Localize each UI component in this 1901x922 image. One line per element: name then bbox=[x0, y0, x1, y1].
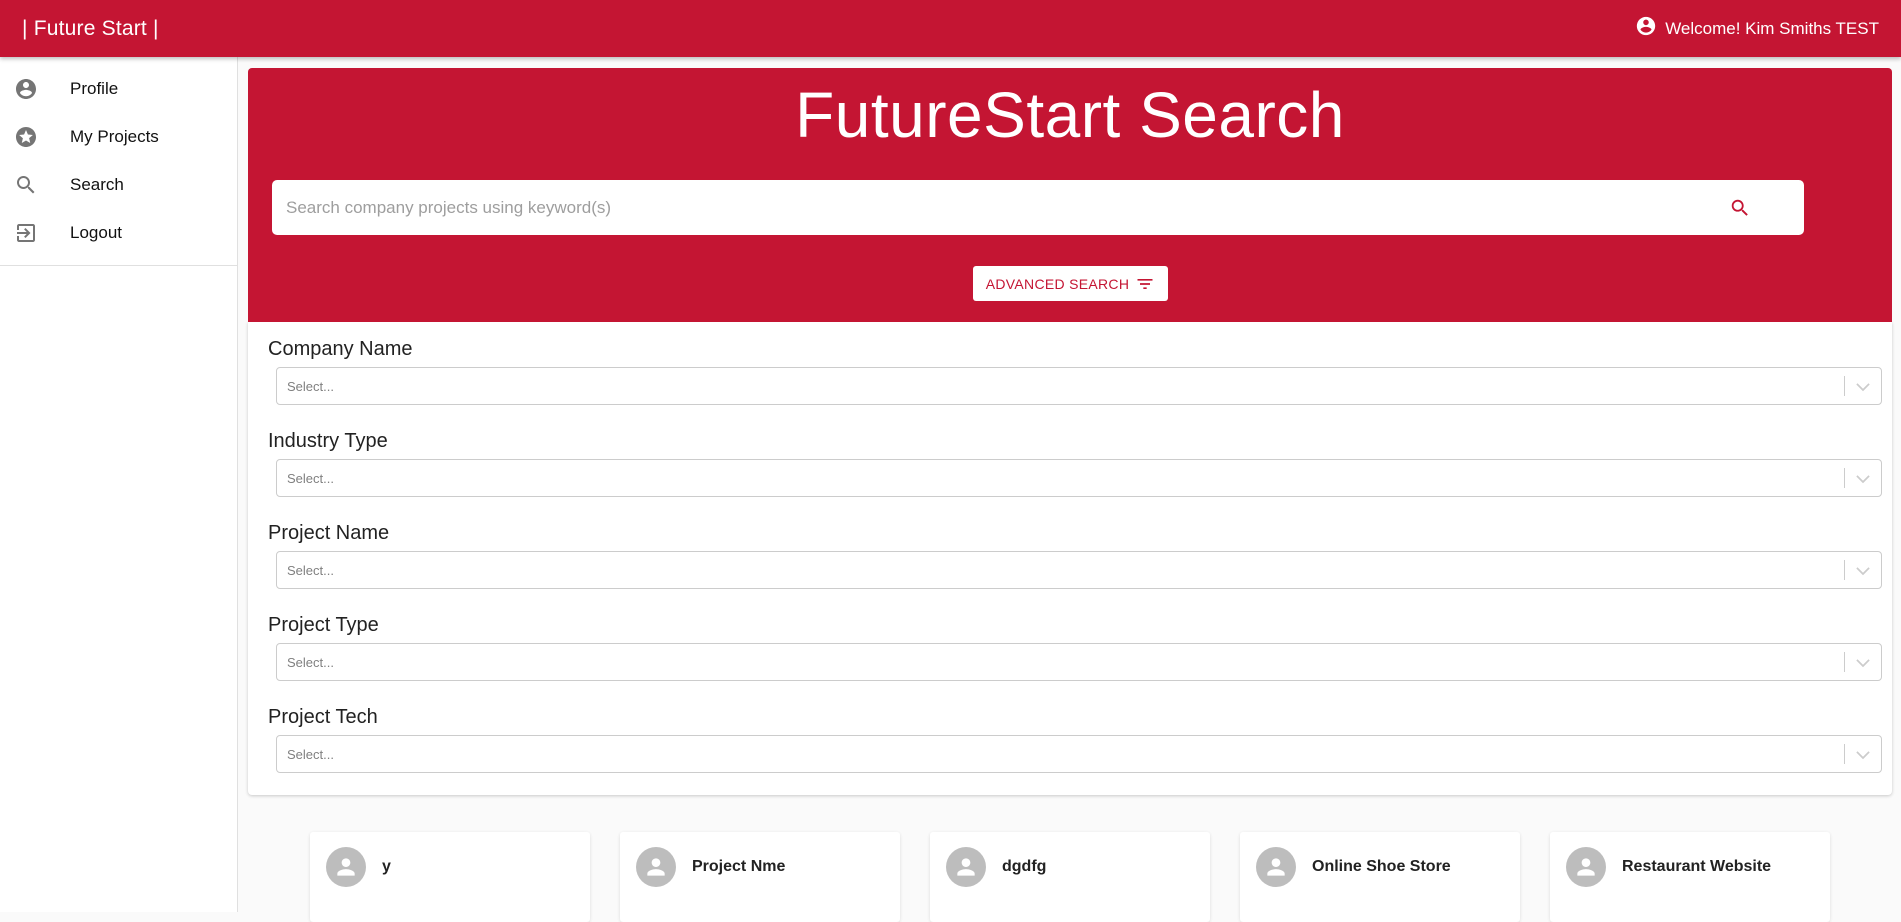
project-card[interactable]: Project Nme bbox=[620, 832, 900, 922]
sidebar-item-profile[interactable]: Profile bbox=[0, 65, 237, 113]
brand-title[interactable]: | Future Start | bbox=[22, 17, 159, 41]
project-type-label: Project Type bbox=[268, 614, 379, 636]
project-tech-select[interactable]: Select... bbox=[276, 735, 1882, 773]
search-input[interactable] bbox=[286, 197, 1720, 218]
select-placeholder: Select... bbox=[287, 746, 334, 762]
project-card[interactable]: y bbox=[310, 832, 590, 922]
sidebar-nav: Profile My Projects Search Logout bbox=[0, 57, 237, 266]
chevron-down-icon[interactable] bbox=[1845, 460, 1881, 496]
sidebar-item-search[interactable]: Search bbox=[0, 161, 237, 209]
chevron-down-icon[interactable] bbox=[1845, 368, 1881, 404]
search-icon bbox=[1731, 199, 1748, 216]
account-circle-icon bbox=[14, 77, 38, 101]
company-name-select[interactable]: Select... bbox=[276, 367, 1882, 405]
sidebar-item-label: Profile bbox=[70, 79, 119, 98]
advanced-search-button[interactable]: ADVANCED SEARCH bbox=[973, 266, 1168, 301]
page-title: FutureStart Search bbox=[795, 79, 1345, 151]
sidebar: Profile My Projects Search Logout bbox=[0, 57, 238, 912]
project-type-select[interactable]: Select... bbox=[276, 643, 1882, 681]
account-circle-icon bbox=[1635, 15, 1657, 42]
sidebar-item-label: My Projects bbox=[70, 127, 159, 146]
exit-to-app-icon bbox=[14, 221, 38, 245]
person-avatar-icon bbox=[1566, 847, 1606, 887]
main-content: FutureStart Search ADVANCED SEARCH Compa… bbox=[248, 68, 1892, 795]
project-name-label: Project Name bbox=[268, 522, 390, 544]
project-card[interactable]: Online Shoe Store bbox=[1240, 832, 1520, 922]
project-card-title: Online Shoe Store bbox=[1312, 858, 1451, 875]
project-card-title: y bbox=[382, 858, 391, 875]
select-placeholder: Select... bbox=[287, 562, 334, 578]
industry-type-label: Industry Type bbox=[268, 430, 388, 452]
project-results: y Project Nme dgdfg Online Shoe Store Re… bbox=[310, 832, 1830, 922]
filter-list-icon bbox=[1137, 278, 1153, 289]
chevron-down-icon[interactable] bbox=[1845, 552, 1881, 588]
select-placeholder: Select... bbox=[287, 470, 334, 486]
search-hero: FutureStart Search ADVANCED SEARCH bbox=[248, 68, 1892, 322]
search-bar bbox=[272, 180, 1804, 235]
advanced-search-label: ADVANCED SEARCH bbox=[985, 275, 1130, 292]
project-card-title: Project Nme bbox=[692, 858, 786, 875]
project-card[interactable]: Restaurant Website bbox=[1550, 832, 1830, 922]
user-welcome[interactable]: Welcome! Kim Smiths TEST bbox=[1635, 15, 1879, 42]
welcome-text: Welcome! Kim Smiths TEST bbox=[1665, 18, 1879, 38]
chevron-down-icon[interactable] bbox=[1845, 736, 1881, 772]
select-placeholder: Select... bbox=[287, 378, 334, 394]
select-placeholder: Select... bbox=[287, 654, 334, 670]
person-avatar-icon bbox=[946, 847, 986, 887]
sidebar-item-logout[interactable]: Logout bbox=[0, 209, 237, 257]
project-tech-label: Project Tech bbox=[268, 706, 378, 728]
search-icon bbox=[14, 173, 38, 197]
project-card-title: dgdfg bbox=[1002, 858, 1047, 875]
person-avatar-icon bbox=[1256, 847, 1296, 887]
industry-type-select[interactable]: Select... bbox=[276, 459, 1882, 497]
project-card[interactable]: dgdfg bbox=[930, 832, 1210, 922]
person-avatar-icon bbox=[636, 847, 676, 887]
sidebar-item-label: Logout bbox=[70, 223, 122, 242]
company-name-label: Company Name bbox=[268, 338, 413, 360]
app-bar: | Future Start | Welcome! Kim Smiths TES… bbox=[0, 0, 1901, 57]
search-button[interactable] bbox=[1720, 188, 1760, 228]
project-name-select[interactable]: Select... bbox=[276, 551, 1882, 589]
chevron-down-icon[interactable] bbox=[1845, 644, 1881, 680]
sidebar-item-label: Search bbox=[70, 175, 124, 194]
sidebar-item-my-projects[interactable]: My Projects bbox=[0, 113, 237, 161]
advanced-filters-panel: Company Name Select... Industry Type Sel… bbox=[248, 322, 1892, 795]
person-avatar-icon bbox=[326, 847, 366, 887]
project-card-title: Restaurant Website bbox=[1622, 858, 1772, 875]
stars-icon bbox=[14, 125, 38, 149]
